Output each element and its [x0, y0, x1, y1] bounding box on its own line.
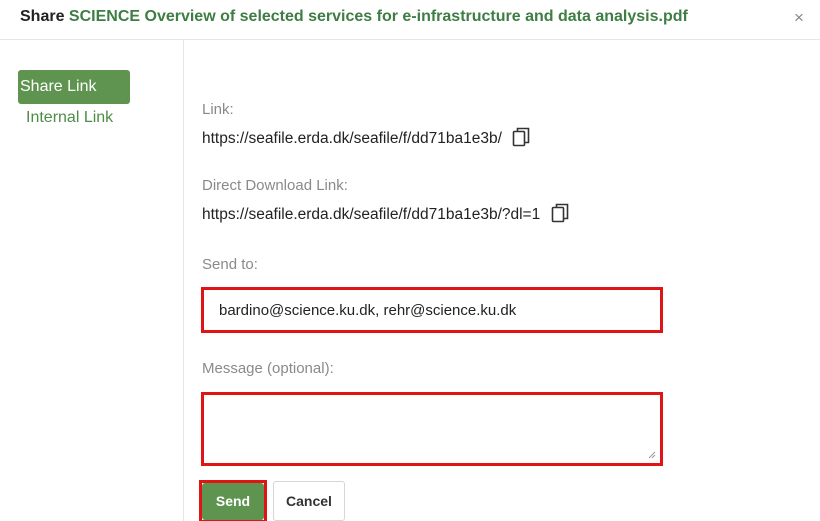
- direct-download-value: https://seafile.erda.dk/seafile/f/dd71ba…: [202, 206, 541, 223]
- link-row: https://seafile.erda.dk/seafile/f/dd71ba…: [202, 127, 530, 148]
- dialog-title-verb: Share: [20, 8, 65, 25]
- send-button[interactable]: Send: [202, 483, 264, 520]
- message-textarea[interactable]: [204, 395, 660, 463]
- copy-icon[interactable]: [512, 127, 530, 147]
- message-label: Message (optional):: [202, 360, 334, 377]
- share-dialog: Share SCIENCE Overview of selected servi…: [0, 0, 820, 521]
- direct-download-label: Direct Download Link:: [202, 177, 348, 194]
- close-icon[interactable]: ×: [790, 9, 808, 27]
- send-to-label: Send to:: [202, 256, 258, 273]
- link-label: Link:: [202, 101, 234, 118]
- send-to-input[interactable]: [204, 290, 660, 330]
- direct-download-row: https://seafile.erda.dk/seafile/f/dd71ba…: [202, 203, 569, 224]
- sidebar-item-share-link[interactable]: Share Link: [18, 70, 130, 104]
- copy-icon[interactable]: [551, 203, 569, 223]
- resize-grip-icon[interactable]: [648, 451, 656, 459]
- sidebar-item-internal-link[interactable]: Internal Link: [24, 107, 113, 129]
- cancel-button[interactable]: Cancel: [273, 481, 345, 521]
- share-link-panel: Link: https://seafile.erda.dk/seafile/f/…: [184, 40, 820, 521]
- sidebar: Share Link Internal Link: [0, 40, 184, 521]
- dialog-title-filename: SCIENCE Overview of selected services fo…: [68, 8, 688, 25]
- dialog-header: Share SCIENCE Overview of selected servi…: [0, 0, 820, 40]
- dialog-title: Share SCIENCE Overview of selected servi…: [20, 8, 688, 26]
- link-value: https://seafile.erda.dk/seafile/f/dd71ba…: [202, 130, 502, 147]
